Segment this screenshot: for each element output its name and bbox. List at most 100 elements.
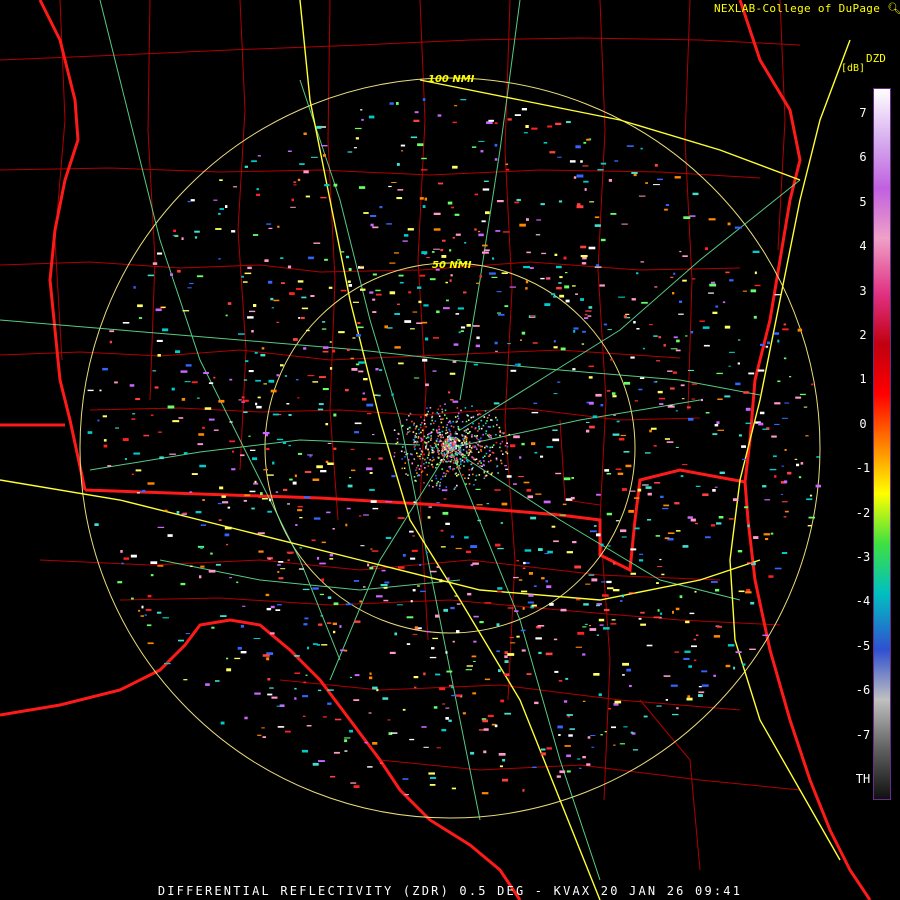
echo-pixel [360, 265, 364, 268]
echo-pixel [324, 258, 328, 261]
echo-pixel [753, 315, 757, 319]
echo-pixel [619, 743, 625, 745]
echo-pixel [742, 290, 747, 292]
echo-pixel [402, 554, 406, 557]
echo-pixel [326, 622, 332, 624]
echo-pixel [261, 727, 265, 729]
clutter-pixel [491, 451, 494, 454]
echo-pixel [305, 674, 308, 676]
echo-pixel [363, 586, 366, 588]
echo-pixel [547, 277, 550, 279]
clutter-pixel [440, 436, 442, 438]
magnifier-icon[interactable]: 🔍︎ [887, 2, 900, 15]
echo-pixel [138, 609, 141, 612]
clutter-pixel [403, 451, 406, 453]
clutter-pixel [429, 432, 432, 435]
echo-pixel [506, 475, 512, 478]
echo-pixel [344, 737, 351, 739]
echo-pixel [382, 697, 389, 700]
echo-pixel [369, 566, 374, 570]
echo-pixel [271, 307, 274, 309]
echo-pixel [236, 581, 239, 584]
echo-pixel [595, 264, 600, 267]
echo-pixel [701, 684, 709, 687]
echo-pixel [442, 703, 446, 705]
echo-pixel [257, 396, 261, 399]
echo-pixel [199, 464, 206, 468]
echo-pixel [475, 488, 481, 490]
echo-pixel [256, 193, 260, 197]
clutter-pixel [454, 446, 456, 448]
echo-pixel [629, 684, 632, 688]
echo-pixel [94, 523, 99, 526]
echo-pixel [383, 586, 388, 589]
echo-pixel [302, 715, 306, 717]
echo-pixel [599, 624, 604, 626]
echo-pixel [348, 284, 352, 287]
echo-pixel [210, 552, 213, 555]
clutter-pixel [470, 463, 473, 466]
clutter-pixel [424, 458, 426, 461]
echo-pixel [645, 452, 651, 454]
echo-pixel [698, 686, 702, 688]
echo-pixel [227, 506, 231, 509]
radar-map[interactable]: 100 NMI 50 NMI [0, 0, 900, 900]
echo-pixel [219, 179, 223, 181]
echo-pixel [332, 622, 337, 625]
echo-pixel [557, 725, 563, 729]
echo-pixel [366, 403, 374, 407]
echo-pixel [208, 418, 215, 421]
clutter-pixel [446, 457, 449, 460]
echo-pixel [359, 600, 362, 603]
echo-pixel [809, 494, 813, 497]
clutter-pixel [439, 405, 442, 407]
echo-pixel [663, 675, 671, 677]
echo-pixel [122, 322, 130, 324]
echo-pixel [320, 145, 328, 147]
echo-pixel [320, 196, 327, 199]
echo-pixel [687, 695, 691, 699]
legend-tick: 0 [859, 416, 867, 431]
echo-pixel [349, 729, 353, 733]
echo-pixel [784, 510, 789, 513]
echo-pixel [261, 347, 265, 350]
echo-pixel [623, 315, 627, 318]
echo-pixel [242, 399, 249, 402]
echo-pixel [398, 362, 404, 365]
echo-pixel [642, 347, 645, 350]
echo-pixel [472, 692, 477, 695]
echo-pixel [687, 516, 693, 519]
clutter-pixel [491, 446, 494, 448]
clutter-pixel [402, 424, 404, 427]
echo-pixel [634, 497, 640, 499]
echo-pixel [304, 617, 309, 620]
echo-pixel [584, 623, 588, 625]
echo-pixel [531, 411, 539, 414]
clutter-pixel [440, 445, 443, 447]
echo-pixel [419, 274, 426, 277]
echo-pixel [463, 291, 467, 294]
echo-pixel [189, 491, 193, 493]
echo-pixel [719, 471, 725, 474]
echo-pixel [321, 644, 328, 646]
clutter-pixel [457, 415, 459, 417]
echo-pixel [521, 649, 526, 652]
echo-pixel [576, 203, 581, 206]
echo-pixel [585, 583, 591, 585]
clutter-pixel [499, 434, 501, 437]
echo-pixel [445, 717, 449, 720]
clutter-pixel [449, 438, 452, 441]
clutter-pixel [411, 453, 413, 456]
echo-pixel [322, 321, 326, 323]
echo-pixel [597, 169, 604, 171]
echo-pixel [526, 251, 531, 254]
echo-pixel [439, 579, 443, 583]
echo-pixel [320, 470, 327, 473]
echo-pixel [606, 473, 612, 475]
echo-pixel [316, 556, 320, 560]
echo-pixel [97, 419, 100, 422]
clutter-pixel [415, 425, 418, 427]
echo-pixel [704, 247, 708, 251]
echo-pixel [451, 787, 456, 790]
clutter-pixel [423, 463, 425, 465]
